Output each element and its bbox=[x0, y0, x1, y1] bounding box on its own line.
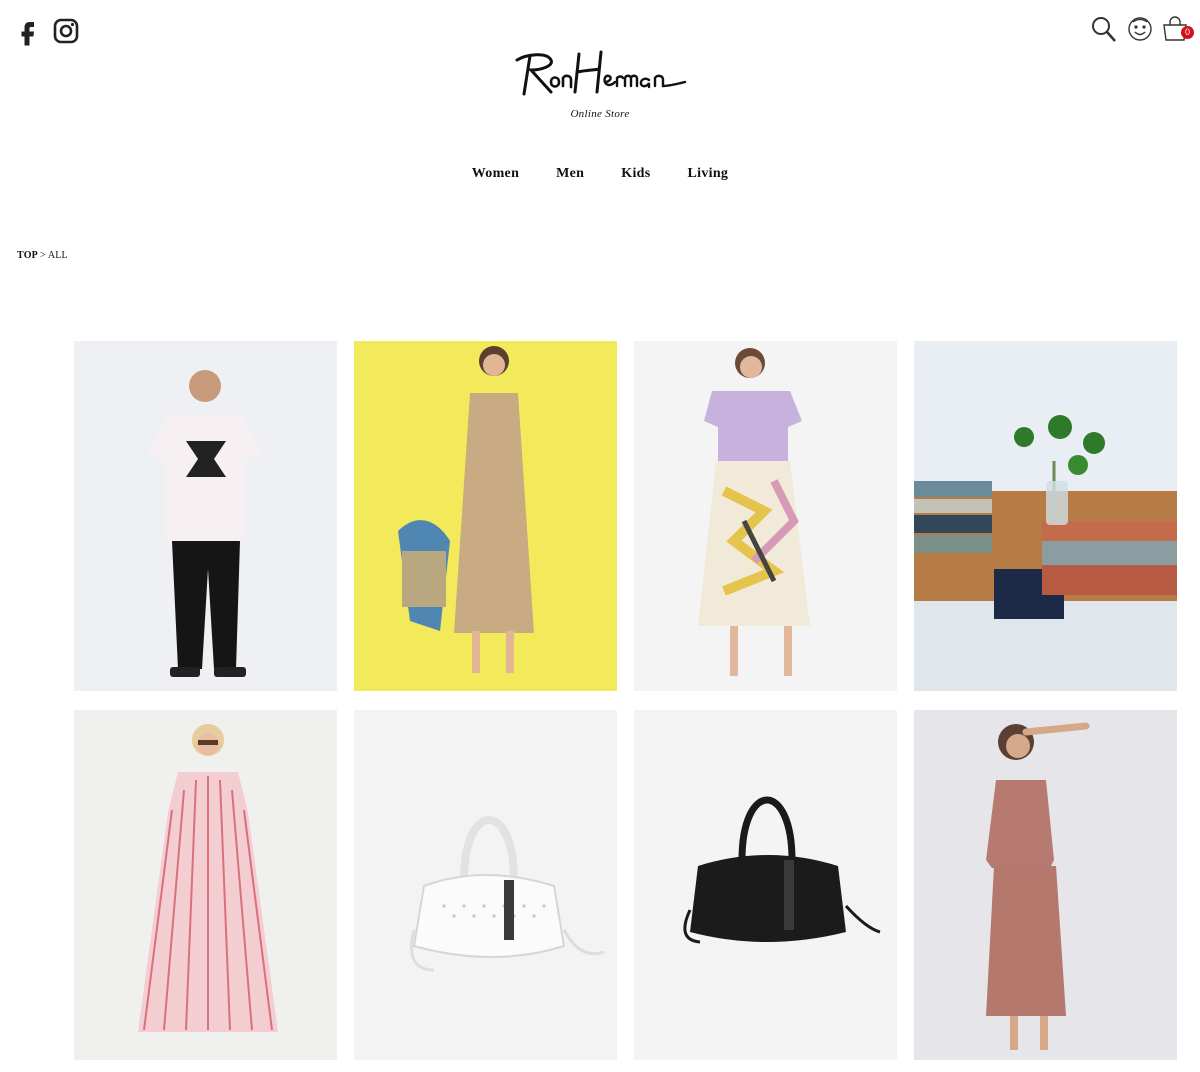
instagram-icon[interactable] bbox=[52, 16, 80, 46]
product-tile[interactable] bbox=[74, 341, 337, 691]
cart-button[interactable]: 0 bbox=[1162, 14, 1194, 44]
nav-item-men[interactable]: Men bbox=[556, 166, 584, 182]
product-image bbox=[354, 341, 617, 691]
nav-item-women[interactable]: Women bbox=[472, 166, 519, 182]
product-image bbox=[914, 710, 1177, 1060]
breadcrumb-current: ALL bbox=[47, 250, 68, 261]
product-image bbox=[634, 710, 897, 1060]
product-tile[interactable] bbox=[634, 341, 897, 691]
search-icon bbox=[1092, 17, 1116, 42]
account-icon bbox=[1128, 17, 1152, 41]
product-tile[interactable] bbox=[914, 709, 1177, 1061]
product-tile[interactable] bbox=[634, 709, 897, 1061]
product-grid bbox=[74, 341, 1177, 1061]
product-tile[interactable] bbox=[354, 341, 617, 691]
cart-count-badge: 0 bbox=[1181, 26, 1194, 39]
product-tile[interactable] bbox=[914, 341, 1177, 691]
logo-subtitle: Online Store bbox=[570, 108, 630, 120]
product-tile[interactable] bbox=[354, 709, 617, 1061]
ron-herman-logo bbox=[515, 50, 687, 96]
site-logo[interactable]: Online Store bbox=[500, 42, 700, 120]
product-image bbox=[634, 341, 897, 691]
search-button[interactable] bbox=[1090, 14, 1118, 44]
breadcrumb: TOP > ALL bbox=[17, 250, 68, 261]
account-button[interactable] bbox=[1126, 14, 1154, 44]
product-image bbox=[74, 710, 337, 1060]
main-nav: Women Men Kids Living bbox=[0, 166, 1200, 182]
breadcrumb-separator: > bbox=[39, 250, 46, 261]
product-image bbox=[354, 710, 617, 1060]
product-tile[interactable] bbox=[74, 709, 337, 1061]
breadcrumb-top-link[interactable]: TOP bbox=[17, 250, 38, 261]
header-tools: 0 bbox=[1090, 14, 1194, 44]
nav-item-kids[interactable]: Kids bbox=[621, 166, 650, 182]
nav-item-living[interactable]: Living bbox=[688, 166, 729, 182]
product-image bbox=[914, 341, 1177, 691]
product-image bbox=[74, 341, 337, 691]
facebook-icon[interactable] bbox=[14, 16, 42, 46]
social-links bbox=[14, 16, 80, 46]
